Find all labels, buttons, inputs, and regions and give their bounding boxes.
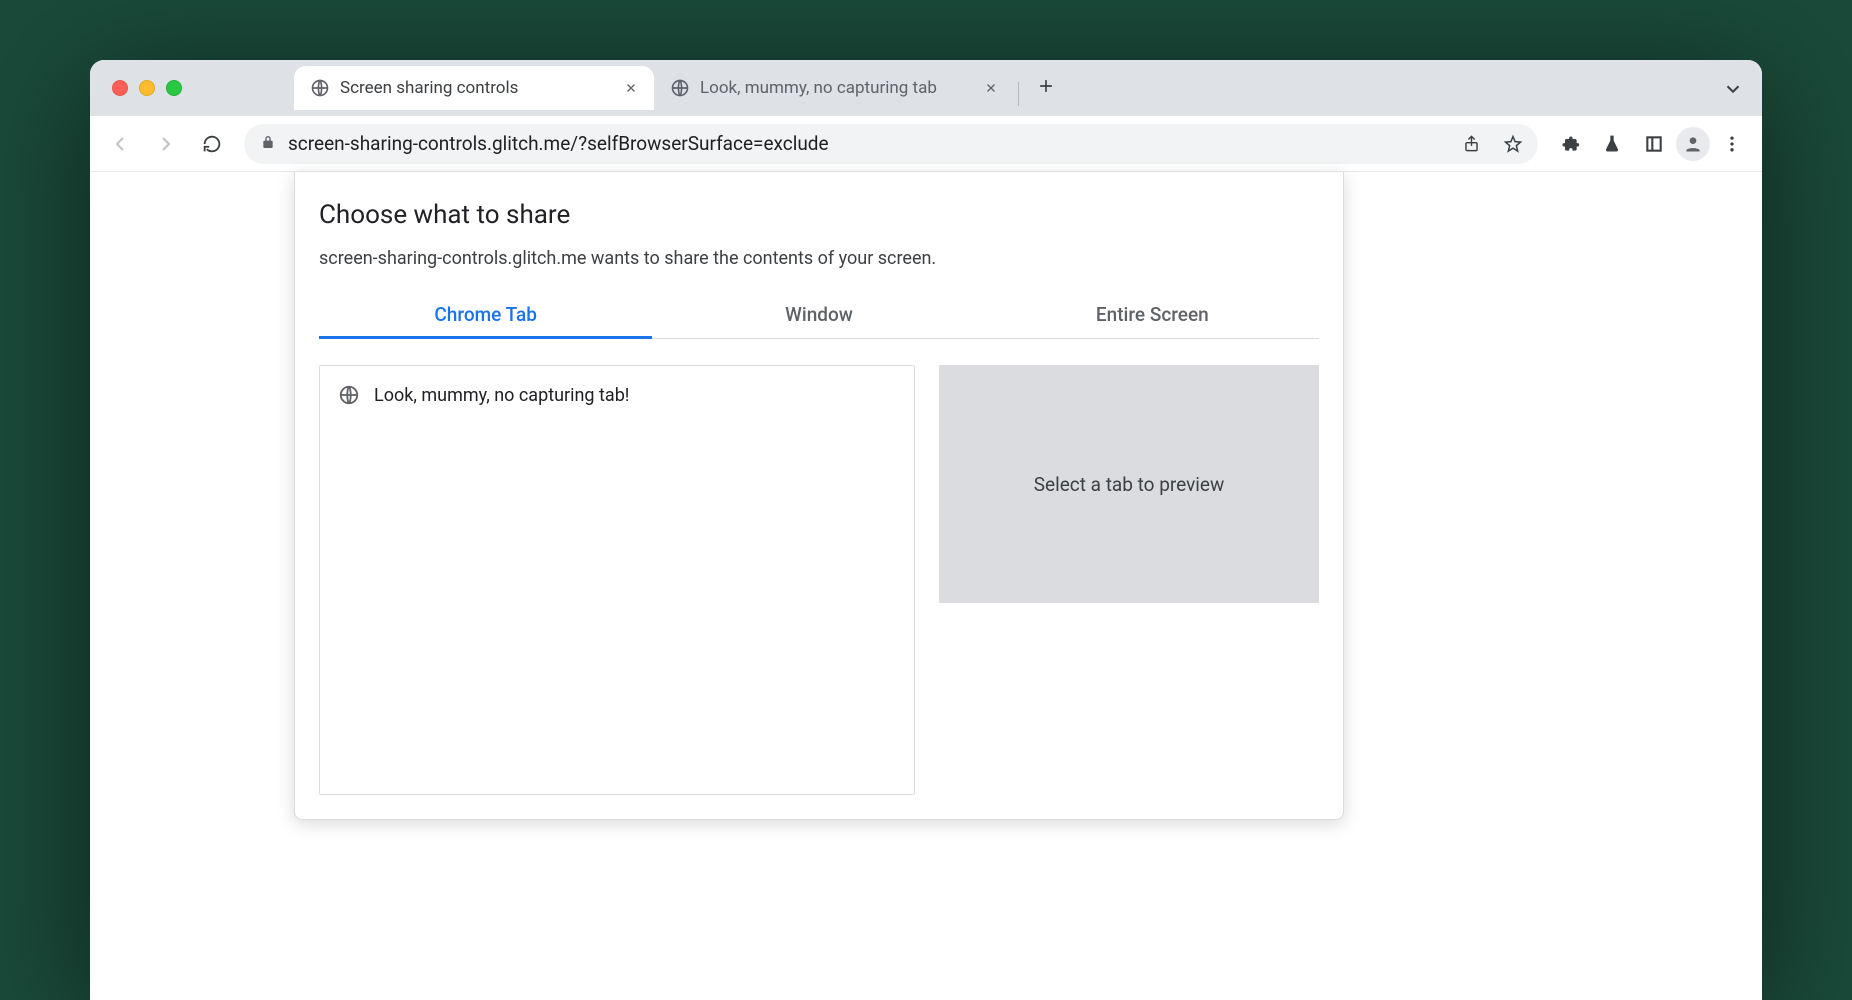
close-tab-icon[interactable] <box>622 79 640 97</box>
picker-tab-entire-screen[interactable]: Entire Screen <box>986 291 1319 338</box>
address-bar[interactable]: screen-sharing-controls.glitch.me/?selfB… <box>244 124 1538 164</box>
back-button[interactable] <box>100 124 140 164</box>
lock-icon <box>260 134 276 154</box>
maximize-window-button[interactable] <box>166 80 182 96</box>
globe-icon <box>310 78 330 98</box>
menu-icon[interactable] <box>1712 124 1752 164</box>
picker-tab-window[interactable]: Window <box>652 291 985 338</box>
tab-title: Look, mummy, no capturing tab <box>700 78 972 98</box>
picker-tab-chrome-tab[interactable]: Chrome Tab <box>319 291 652 338</box>
picker-tabs: Chrome Tab Window Entire Screen <box>319 291 1319 339</box>
browser-window: Screen sharing controls Look, mummy, no … <box>90 60 1762 1000</box>
preview-pane: Select a tab to preview <box>939 365 1319 795</box>
extensions-icon[interactable] <box>1550 124 1590 164</box>
reload-button[interactable] <box>192 124 232 164</box>
tab-strip: Screen sharing controls Look, mummy, no … <box>90 60 1762 116</box>
browser-toolbar: screen-sharing-controls.glitch.me/?selfB… <box>90 116 1762 172</box>
browser-tab-inactive[interactable]: Look, mummy, no capturing tab <box>654 66 1014 110</box>
share-tab-list: Look, mummy, no capturing tab! <box>319 365 915 795</box>
picker-title: Choose what to share <box>319 200 1319 230</box>
share-tab-item[interactable]: Look, mummy, no capturing tab! <box>334 378 900 412</box>
globe-icon <box>338 384 360 406</box>
minimize-window-button[interactable] <box>139 80 155 96</box>
reading-list-icon[interactable] <box>1634 124 1674 164</box>
url-text: screen-sharing-controls.glitch.me/?selfB… <box>288 132 1444 155</box>
tab-title: Screen sharing controls <box>340 78 612 98</box>
page-content: Choose what to share screen-sharing-cont… <box>90 172 1762 1000</box>
screen-share-picker: Choose what to share screen-sharing-cont… <box>294 172 1344 820</box>
forward-button[interactable] <box>146 124 186 164</box>
tab-list-dropdown[interactable] <box>1722 78 1744 104</box>
browser-tab-active[interactable]: Screen sharing controls <box>294 66 654 110</box>
preview-placeholder: Select a tab to preview <box>939 365 1319 603</box>
window-controls <box>112 80 182 96</box>
bookmark-icon[interactable] <box>1498 129 1528 159</box>
share-tab-title: Look, mummy, no capturing tab! <box>374 385 629 406</box>
new-tab-button[interactable] <box>1029 69 1063 103</box>
globe-icon <box>670 78 690 98</box>
share-icon[interactable] <box>1456 129 1486 159</box>
picker-subtitle: screen-sharing-controls.glitch.me wants … <box>319 248 1319 269</box>
profile-avatar[interactable] <box>1676 127 1710 161</box>
labs-icon[interactable] <box>1592 124 1632 164</box>
close-tab-icon[interactable] <box>982 79 1000 97</box>
close-window-button[interactable] <box>112 80 128 96</box>
tab-separator <box>1018 82 1019 106</box>
